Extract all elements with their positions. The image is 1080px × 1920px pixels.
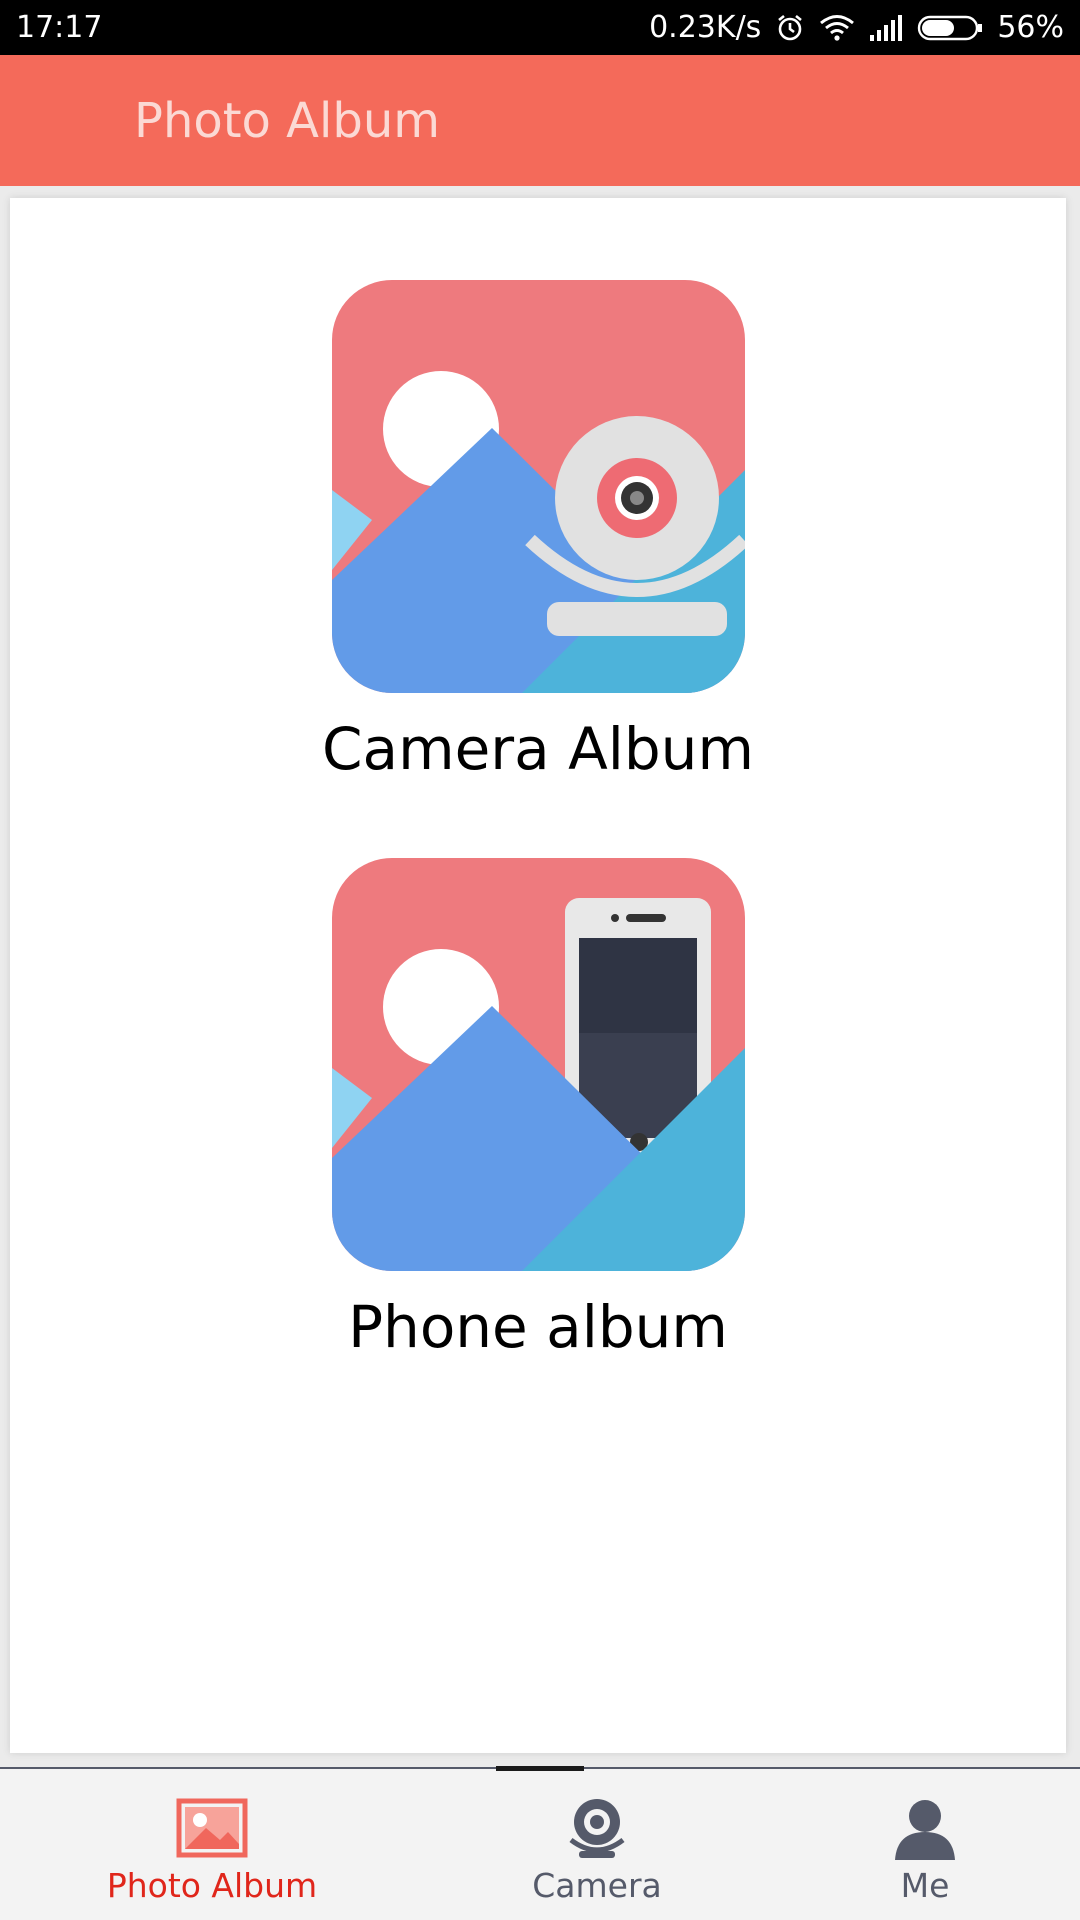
tab-camera[interactable]: Camera bbox=[447, 1769, 747, 1920]
camera-album-label[interactable]: Camera Album bbox=[322, 715, 754, 783]
bottom-nav: Photo Album Camera Me bbox=[0, 1766, 1080, 1920]
status-right: 0.23K/s 56% bbox=[649, 10, 1064, 45]
tab-photo-album-label[interactable]: Photo Album bbox=[107, 1866, 317, 1905]
network-speed: 0.23K/s bbox=[649, 10, 762, 45]
page-title: Photo Album bbox=[134, 92, 440, 149]
tab-photo-album[interactable]: Photo Album bbox=[62, 1769, 362, 1920]
user-icon[interactable] bbox=[889, 1796, 961, 1860]
phone-album-icon[interactable] bbox=[331, 858, 745, 1271]
alarm-icon bbox=[775, 13, 805, 43]
tab-camera-label[interactable]: Camera bbox=[532, 1866, 662, 1905]
album-list: Camera Album Phone album bbox=[10, 198, 1066, 1753]
camera-album-icon[interactable] bbox=[331, 280, 745, 693]
tab-me[interactable]: Me bbox=[775, 1769, 1075, 1920]
phone-album-label[interactable]: Phone album bbox=[348, 1293, 728, 1361]
status-bar: 17:17 0.23K/s 56% bbox=[0, 0, 1080, 55]
wifi-icon bbox=[819, 14, 855, 42]
phone-album-item[interactable]: Phone album bbox=[10, 858, 1066, 1361]
tab-me-label[interactable]: Me bbox=[901, 1866, 950, 1905]
battery-percent: 56% bbox=[997, 10, 1064, 45]
battery-icon bbox=[917, 14, 983, 42]
camera-album-item[interactable]: Camera Album bbox=[10, 280, 1066, 783]
title-bar: Photo Album bbox=[0, 55, 1080, 186]
signal-icon bbox=[869, 14, 903, 41]
screen: 17:17 0.23K/s 56% Photo Album Camera Alb… bbox=[0, 0, 1080, 1920]
status-time: 17:17 bbox=[16, 10, 103, 45]
photo-album-icon[interactable] bbox=[176, 1796, 248, 1860]
camera-icon[interactable] bbox=[561, 1796, 633, 1860]
